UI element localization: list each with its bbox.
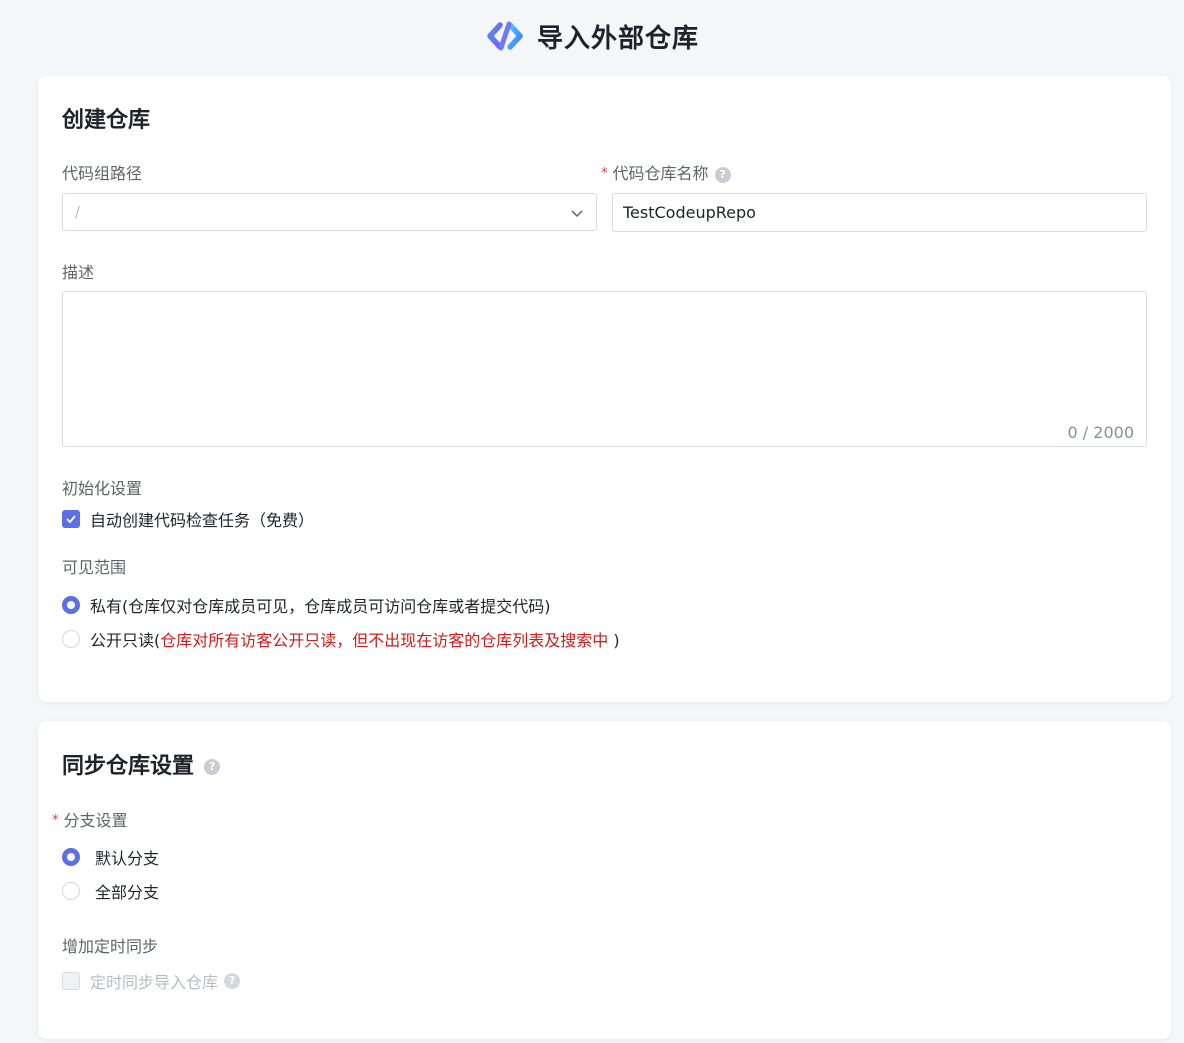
visibility-label: 可见范围 [62,558,127,577]
branch-settings-label-text: 分支设置 [63,811,128,830]
branch-default-option[interactable]: 默认分支 [62,845,159,869]
page-title: 导入外部仓库 [536,23,699,54]
sync-settings-title-text: 同步仓库设置 [62,754,195,779]
init-settings-label: 初始化设置 [62,479,143,498]
visibility-public-radio[interactable] [62,630,80,648]
visibility-public-option[interactable]: 公开只读(仓库对所有访客公开只读，但不出现在访客的仓库列表及搜索中 ) [62,627,620,651]
create-repo-title: 创建仓库 [62,108,151,133]
schedule-sync-checkbox[interactable] [62,972,80,990]
visibility-private-label: 私有(仓库仅对仓库成员可见，仓库成员可访问仓库或者提交代码) [90,597,551,616]
visibility-private-radio[interactable] [62,596,80,614]
help-icon[interactable]: ? [224,973,241,989]
group-path-value: / [75,203,81,221]
branch-all-label: 全部分支 [95,883,160,902]
auto-check-checkbox[interactable] [62,510,80,528]
sync-settings-title: 同步仓库设置? [62,748,221,780]
chevron-down-icon [571,210,583,218]
visibility-public-note: 仓库对所有访客公开只读，但不出现在访客的仓库列表及搜索中 [160,631,609,650]
branch-default-label: 默认分支 [95,849,160,868]
description-textarea[interactable]: 0 / 2000 [62,291,1147,447]
help-icon[interactable]: ? [714,166,731,183]
branch-all-radio[interactable] [62,882,80,900]
auto-check-option[interactable]: 自动创建代码检查任务（免费） [62,507,314,531]
branch-all-option[interactable]: 全部分支 [62,879,159,903]
schedule-sync-option[interactable]: 定时同步导入仓库? [62,969,241,993]
auto-check-label: 自动创建代码检查任务（免费） [90,511,315,530]
group-path-select[interactable]: / [62,193,597,231]
codeup-logo-icon [487,21,523,51]
branch-settings-label: * 分支设置 [52,807,128,831]
repo-name-label-text: 代码仓库名称 [612,164,709,183]
required-mark: * [601,166,608,181]
group-path-label: 代码组路径 [62,164,143,183]
repo-name-label: * 代码仓库名称? [601,160,731,184]
required-mark: * [52,813,59,828]
visibility-public-prefix: 公开只读( [90,631,161,650]
visibility-public-label: 公开只读(仓库对所有访客公开只读，但不出现在访客的仓库列表及搜索中 ) [90,627,620,651]
description-counter: 0 / 2000 [1067,423,1134,442]
help-icon[interactable]: ? [204,759,221,775]
branch-default-radio[interactable] [62,848,80,866]
check-icon [66,515,76,524]
page-header: 导入外部仓库 [0,0,1184,76]
create-repo-card: 创建仓库 代码组路径 / *代码仓库名称? 描述 0 / 2000 初始化设置 … [38,76,1171,702]
visibility-public-suffix: ) [608,631,620,650]
schedule-sync-checkbox-label: 定时同步导入仓库 [90,973,219,992]
description-label: 描述 [62,263,95,282]
schedule-sync-label: 增加定时同步 [62,937,159,956]
sync-settings-card: 同步仓库设置? * 分支设置 默认分支 全部分支 增加定时同步 定时同步导入仓库? [38,721,1171,1039]
repo-name-input[interactable] [612,193,1147,232]
visibility-private-option[interactable]: 私有(仓库仅对仓库成员可见，仓库成员可访问仓库或者提交代码) [62,593,551,617]
